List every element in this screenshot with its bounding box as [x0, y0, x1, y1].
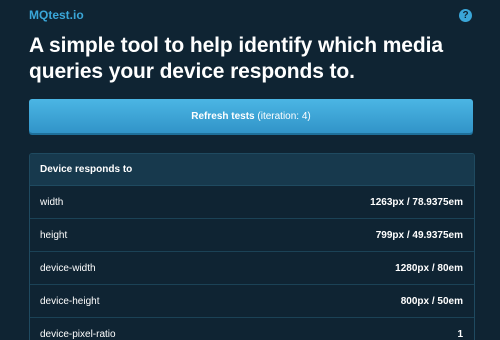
row-value: 1263px / 78.9375em — [370, 196, 463, 208]
question-icon[interactable]: ? — [459, 9, 472, 22]
table-row: device-pixel-ratio 1 — [30, 318, 474, 340]
row-value: 799px / 49.9375em — [375, 229, 463, 241]
results-table: Device responds to width 1263px / 78.937… — [29, 153, 475, 340]
iteration-count: (iteration: 4) — [257, 110, 311, 122]
table-row: device-height 800px / 50em — [30, 285, 474, 318]
logo-link[interactable]: MQtest.io — [29, 8, 84, 22]
row-key: device-pixel-ratio — [40, 328, 116, 340]
table-row: device-width 1280px / 80em — [30, 252, 474, 285]
row-key: device-width — [40, 262, 96, 274]
row-key: height — [40, 229, 68, 241]
row-value: 1 — [457, 328, 463, 340]
table-row: height 799px / 49.9375em — [30, 219, 474, 252]
row-value: 800px / 50em — [400, 295, 463, 307]
page-title: A simple tool to help identify which med… — [29, 34, 443, 83]
row-value: 1280px / 80em — [395, 262, 463, 274]
page: MQtest.io ? A simple tool to help identi… — [0, 0, 500, 340]
refresh-tests-button[interactable]: Refresh tests (iteration: 4) — [29, 99, 473, 133]
row-key: width — [40, 196, 64, 208]
table-row: width 1263px / 78.9375em — [30, 186, 474, 219]
refresh-label: Refresh tests — [191, 110, 255, 122]
table-title: Device responds to — [30, 154, 474, 186]
row-key: device-height — [40, 295, 100, 307]
